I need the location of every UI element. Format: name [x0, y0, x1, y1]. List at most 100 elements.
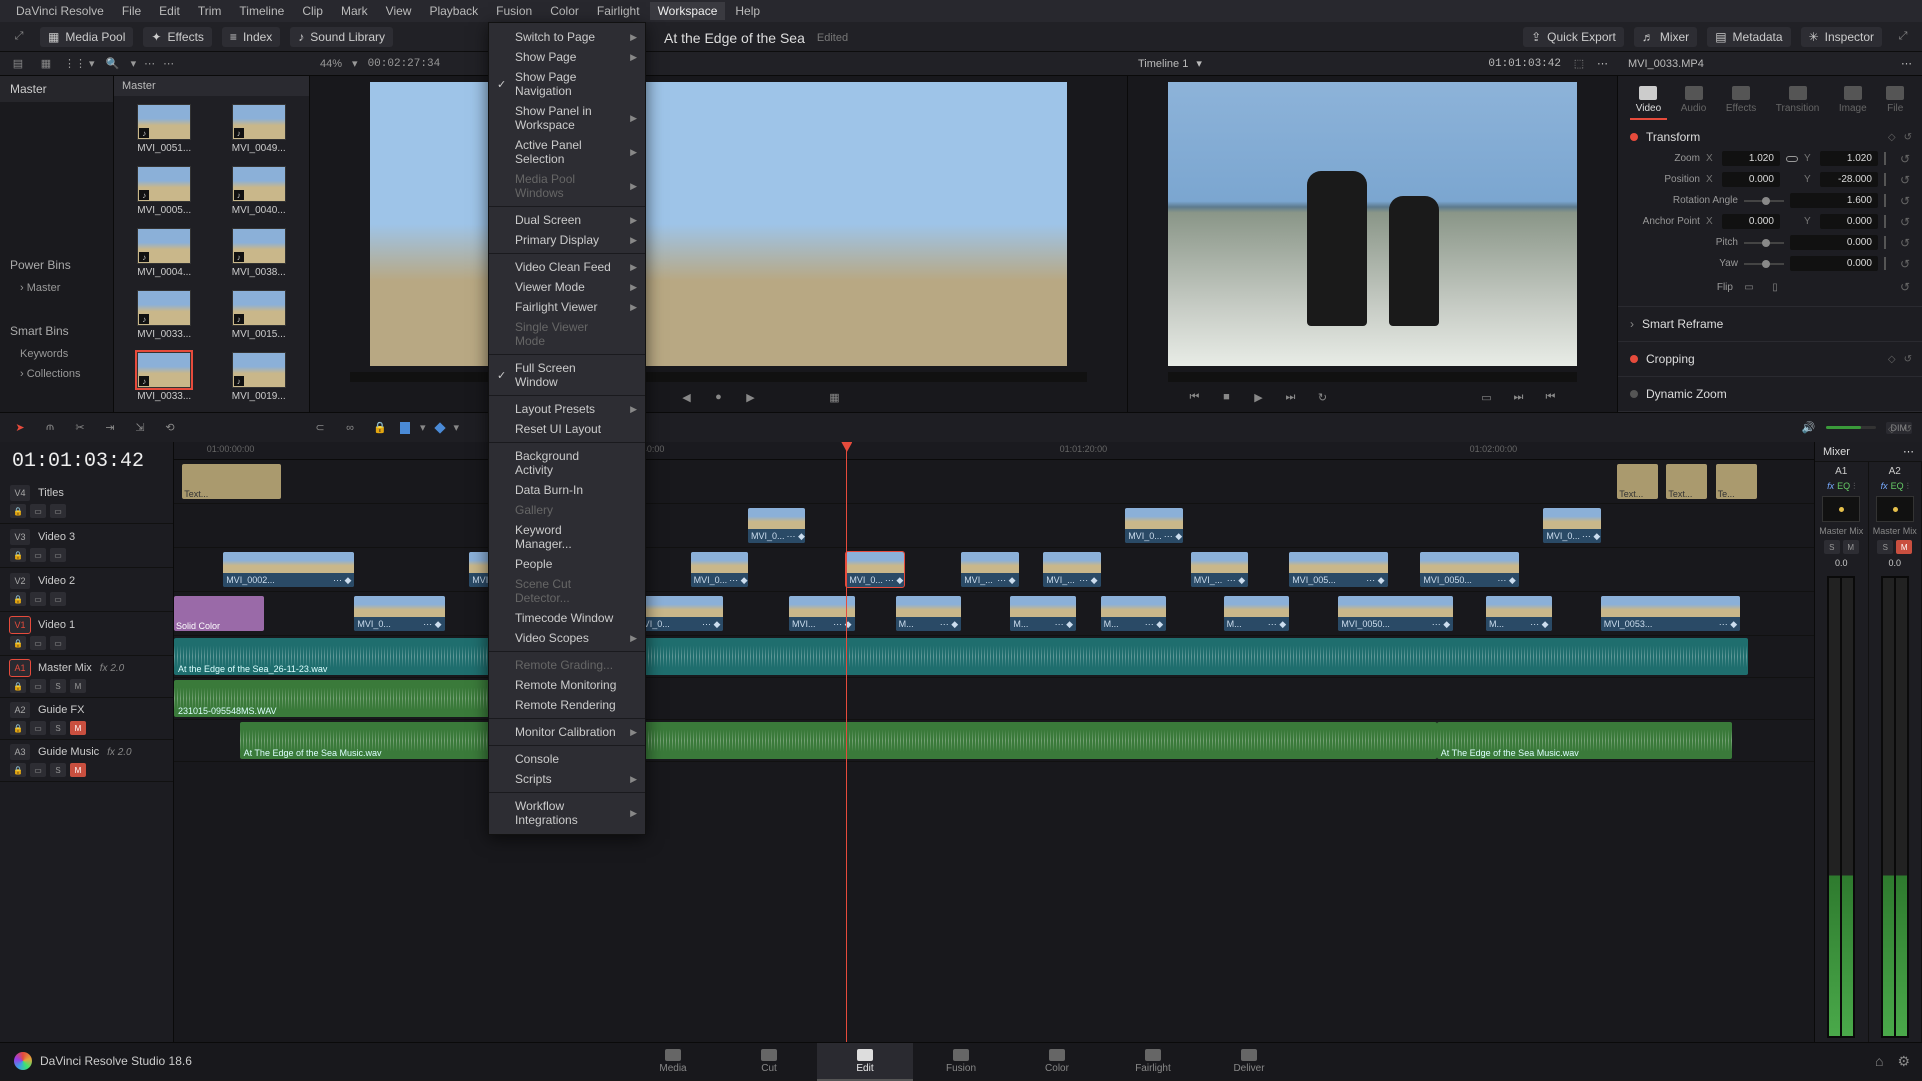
pos-y-field[interactable]: -28.000: [1820, 172, 1878, 187]
bin-clip[interactable]: ♪MVI_0033...: [122, 290, 207, 342]
audio-clip[interactable]: At the Edge of the Sea_26-11-23.wav: [174, 638, 1748, 675]
media-pool-button[interactable]: ▦Media Pool: [40, 27, 133, 47]
zoom-y-field[interactable]: 1.020: [1820, 151, 1878, 166]
inspector-cropping[interactable]: Cropping↺: [1630, 348, 1910, 370]
quick-export-button[interactable]: ⇪Quick Export: [1523, 27, 1624, 47]
page-tab-color[interactable]: Color: [1009, 1043, 1105, 1081]
smart-bin-collections[interactable]: › Collections: [0, 364, 113, 384]
menu-edit[interactable]: Edit: [151, 2, 188, 20]
bin-clip[interactable]: ♪MVI_0015...: [217, 290, 302, 342]
menu-mark[interactable]: Mark: [333, 2, 376, 20]
bin-tab-master[interactable]: Master: [122, 80, 156, 92]
bin-clip[interactable]: ♪MVI_0040...: [217, 166, 302, 218]
page-tab-media[interactable]: Media: [625, 1043, 721, 1081]
ws-show-panel-in-workspace[interactable]: Show Panel in Workspace▶: [489, 101, 645, 135]
flag-icon[interactable]: [400, 422, 410, 434]
timeline-clip[interactable]: M... ⋯ ◆: [896, 596, 962, 631]
track-head-v1[interactable]: V1Video 1🔒▭▭: [0, 612, 173, 656]
timeline-clip[interactable]: MVI_0... ⋯ ◆: [633, 596, 723, 631]
home-icon[interactable]: ⌂: [1875, 1053, 1883, 1070]
src-next-icon[interactable]: ▶: [741, 387, 761, 407]
mixer-button[interactable]: ♬Mixer: [1634, 27, 1697, 47]
timeline-clip[interactable]: Text...: [1666, 464, 1707, 499]
inspector-button[interactable]: ✳Inspector: [1801, 27, 1882, 47]
ws-monitor-calibration[interactable]: Monitor Calibration▶: [489, 722, 645, 742]
lock-icon[interactable]: 🔒: [10, 548, 26, 562]
flip-h-icon[interactable]: ▭: [1739, 277, 1759, 297]
source-scrub[interactable]: [350, 372, 1087, 382]
metadata-button[interactable]: ▤Metadata: [1707, 27, 1790, 47]
link-icon[interactable]: ∞: [340, 418, 360, 438]
menu-workspace[interactable]: Workspace: [650, 2, 726, 20]
page-tab-fairlight[interactable]: Fairlight: [1105, 1043, 1201, 1081]
menu-help[interactable]: Help: [727, 2, 768, 20]
bin-master[interactable]: Master: [0, 76, 113, 102]
settings-icon[interactable]: ⚙: [1897, 1053, 1910, 1070]
bin-clip[interactable]: ♪MVI_0038...: [217, 228, 302, 280]
pitch-field[interactable]: 0.000: [1790, 235, 1878, 250]
link-xy-icon[interactable]: [1786, 156, 1798, 162]
zoom-x-field[interactable]: 1.020: [1722, 151, 1780, 166]
ws-dual-screen[interactable]: Dual Screen▶: [489, 210, 645, 230]
mute-button[interactable]: M: [1896, 540, 1912, 554]
ws-remote-rendering[interactable]: Remote Rendering: [489, 695, 645, 715]
ws-show-page[interactable]: Show Page▶: [489, 47, 645, 67]
rotation-field[interactable]: 1.600: [1790, 193, 1878, 208]
snap-icon[interactable]: ⊂: [310, 418, 330, 438]
track-head-a3[interactable]: A3Guide Musicfx 2.0🔒▭SM: [0, 740, 173, 782]
timeline-clip[interactable]: M... ⋯ ◆: [1101, 596, 1167, 631]
menu-fairlight[interactable]: Fairlight: [589, 2, 648, 20]
menu-playback[interactable]: Playback: [421, 2, 486, 20]
track-toggle[interactable]: ▭: [30, 548, 46, 562]
track-toggle2[interactable]: ▭: [50, 636, 66, 650]
mixer-options[interactable]: ⋯: [1903, 445, 1914, 458]
timeline-clip[interactable]: M... ⋯ ◆: [1224, 596, 1290, 631]
track-lane[interactable]: MVI_0... ⋯ ◆MVI_0... ⋯ ◆MVI_0... ⋯ ◆: [174, 504, 1814, 548]
lock-icon[interactable]: 🔒: [10, 721, 26, 735]
menu-file[interactable]: File: [114, 2, 149, 20]
timeline-clip[interactable]: MVI_0... ⋯ ◆: [354, 596, 444, 631]
ws-timecode-window[interactable]: Timecode Window: [489, 608, 645, 628]
track-lane[interactable]: Text...Text...Text...Te...: [174, 460, 1814, 504]
audio-clip[interactable]: At The Edge of the Sea Music.wav: [240, 722, 1437, 759]
timeline-clip[interactable]: MVI_0... ⋯ ◆: [1543, 508, 1600, 543]
timeline-clip[interactable]: Solid Color: [174, 596, 264, 631]
yaw-slider[interactable]: [1744, 263, 1784, 265]
src-zoom[interactable]: 44%: [320, 58, 342, 70]
track-head-v4[interactable]: V4Titles🔒▭▭: [0, 480, 173, 524]
src-play-icon[interactable]: ●: [709, 387, 729, 407]
track-toggle[interactable]: ▭: [30, 763, 46, 777]
expand-left-icon[interactable]: ⤢: [8, 26, 30, 48]
timeline-clip[interactable]: MVI_... ⋯ ◆: [1191, 552, 1248, 587]
flip-v-icon[interactable]: ▯: [1765, 277, 1785, 297]
overwrite-tool[interactable]: ⇲: [130, 418, 150, 438]
power-bin-master[interactable]: › Master: [0, 278, 113, 298]
track-toggle[interactable]: ▭: [30, 679, 46, 693]
audio-clip[interactable]: At The Edge of the Sea Music.wav: [1437, 722, 1732, 759]
ws-primary-display[interactable]: Primary Display▶: [489, 230, 645, 250]
prog-options[interactable]: ⋯: [1597, 57, 1608, 70]
audio-lane[interactable]: 231015-095548MS.WAV: [174, 678, 1814, 720]
ws-people[interactable]: People: [489, 554, 645, 574]
menu-view[interactable]: View: [378, 2, 420, 20]
source-video[interactable]: [370, 82, 1067, 366]
program-video[interactable]: [1168, 82, 1577, 366]
ws-video-scopes[interactable]: Video Scopes▶: [489, 628, 645, 648]
track-toggle[interactable]: ▭: [30, 592, 46, 606]
smart-bins-header[interactable]: Smart Bins: [0, 318, 113, 344]
yaw-keyframe[interactable]: [1884, 257, 1886, 270]
track-toggle[interactable]: ▭: [30, 721, 46, 735]
menu-color[interactable]: Color: [542, 2, 587, 20]
anchor-y-field[interactable]: 0.000: [1820, 214, 1878, 229]
timeline-clip[interactable]: MVI_0050... ⋯ ◆: [1338, 596, 1453, 631]
prog-match-frame-icon[interactable]: ▭: [1477, 387, 1497, 407]
rot-reset[interactable]: ↺: [1900, 194, 1910, 208]
mute-button[interactable]: M: [70, 679, 86, 693]
inspector-tab-image[interactable]: Image: [1833, 82, 1873, 120]
timeline-clip[interactable]: MVI_0... ⋯ ◆: [691, 552, 748, 587]
lock-icon[interactable]: 🔒: [10, 592, 26, 606]
bin-clip[interactable]: ♪MVI_0019...: [217, 352, 302, 404]
reset-icon[interactable]: ↺: [1904, 132, 1912, 143]
prog-start-icon[interactable]: ⏮: [1541, 387, 1561, 407]
yaw-field[interactable]: 0.000: [1790, 256, 1878, 271]
